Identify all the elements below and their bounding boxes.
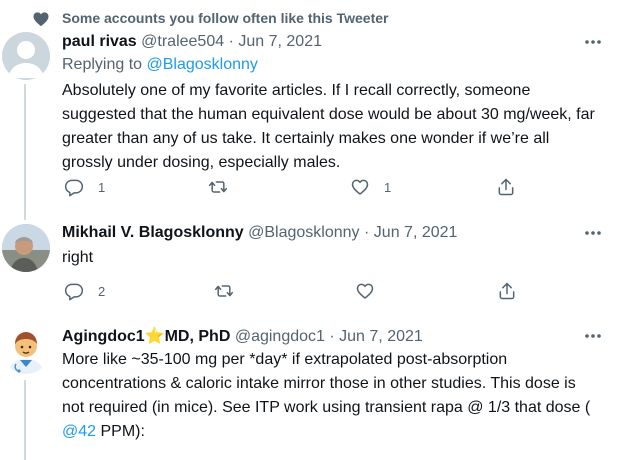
reply-count: 2 bbox=[98, 283, 106, 299]
tweet-text-line: greater than any of us take. It certainl… bbox=[62, 130, 550, 147]
user-name[interactable]: paul rivas bbox=[62, 33, 137, 50]
tweet-text-line: Absolutely one of my favorite articles. … bbox=[62, 82, 531, 99]
user-name[interactable]: Mikhail V. Blagosklonny bbox=[62, 224, 244, 241]
tweet-text: Absolutely one of my favorite articles. … bbox=[62, 79, 622, 175]
share-icon bbox=[499, 282, 515, 300]
default-avatar-icon bbox=[8, 41, 44, 78]
more-options-icon[interactable] bbox=[583, 223, 603, 243]
tweet-text-line: More like ~35-100 mg per *day* if extrap… bbox=[62, 351, 508, 368]
like-icon bbox=[351, 179, 369, 195]
thread-line bbox=[24, 380, 26, 460]
like-button[interactable]: 1 bbox=[350, 177, 391, 197]
separator: · bbox=[364, 224, 370, 241]
retweet-button[interactable] bbox=[214, 281, 234, 301]
social-context-text: Some accounts you follow often like this… bbox=[62, 10, 389, 26]
reply-count: 1 bbox=[98, 179, 106, 195]
avatar[interactable] bbox=[2, 224, 50, 272]
tweet-text: right bbox=[62, 246, 93, 270]
user-handle[interactable]: @tralee504 bbox=[141, 33, 224, 50]
tweet-date[interactable]: Jun 7, 2021 bbox=[374, 224, 458, 241]
tweet-header: Agingdoc1⭐MD, PhD @agingdoc1 · Jun 7, 20… bbox=[62, 326, 423, 346]
reply-icon bbox=[64, 179, 84, 197]
replying-to-label: Replying to bbox=[62, 56, 143, 73]
user-name-text: Agingdoc1 bbox=[62, 328, 145, 345]
tweet-text-line: suggested that the human equivalent dose… bbox=[62, 106, 595, 123]
reply-button[interactable]: 1 bbox=[64, 177, 105, 197]
tweet-text: More like ~35-100 mg per *day* if extrap… bbox=[62, 348, 622, 444]
thread-line bbox=[24, 84, 26, 220]
tweet-text-line: grossly under dosing, especially males. bbox=[62, 154, 341, 171]
user-name[interactable]: Agingdoc1⭐MD, PhD bbox=[62, 328, 230, 345]
star-emoji-icon: ⭐ bbox=[144, 328, 165, 345]
replying-to-handle[interactable]: @Blagosklonny bbox=[147, 56, 258, 73]
tweet-text-fragment: PPM): bbox=[96, 423, 145, 440]
tweet-text-line: concentrations & caloric intake mirror t… bbox=[62, 375, 576, 392]
like-icon bbox=[356, 283, 374, 299]
user-handle[interactable]: @Blagosklonny bbox=[248, 224, 359, 241]
separator: · bbox=[228, 33, 234, 50]
reply-icon bbox=[64, 283, 84, 301]
share-button[interactable] bbox=[497, 281, 517, 301]
profile-photo-icon bbox=[2, 224, 50, 272]
retweet-button[interactable] bbox=[208, 177, 228, 197]
mention-link[interactable]: @42 bbox=[62, 423, 96, 440]
retweet-icon bbox=[208, 181, 228, 193]
tweet-header: paul rivas @tralee504 · Jun 7, 2021 bbox=[62, 33, 322, 51]
like-button[interactable] bbox=[355, 281, 375, 301]
tweet-date[interactable]: Jun 7, 2021 bbox=[339, 328, 423, 345]
tweet-text-line: right bbox=[62, 249, 94, 266]
tweet-text-line: not required (in mice). See ITP work usi… bbox=[62, 399, 591, 416]
share-button[interactable] bbox=[496, 177, 516, 197]
avatar[interactable] bbox=[2, 326, 50, 374]
share-icon bbox=[498, 178, 514, 196]
doctor-emoji-icon bbox=[8, 332, 44, 374]
user-name-suffix: MD, PhD bbox=[164, 328, 231, 345]
reply-button[interactable]: 2 bbox=[64, 281, 105, 301]
more-options-icon[interactable] bbox=[583, 326, 603, 346]
replying-to: Replying to @Blagosklonny bbox=[62, 56, 258, 74]
user-handle[interactable]: @agingdoc1 bbox=[235, 328, 325, 345]
like-count: 1 bbox=[384, 179, 392, 195]
tweet-header: Mikhail V. Blagosklonny @Blagosklonny · … bbox=[62, 224, 457, 242]
heart-icon bbox=[33, 12, 49, 27]
more-options-icon[interactable] bbox=[583, 32, 603, 52]
avatar[interactable] bbox=[2, 32, 50, 80]
retweet-icon bbox=[214, 285, 234, 297]
tweet-date[interactable]: Jun 7, 2021 bbox=[238, 33, 322, 50]
tweet-text-line: @42 PPM): bbox=[62, 420, 622, 444]
separator: · bbox=[329, 328, 335, 345]
